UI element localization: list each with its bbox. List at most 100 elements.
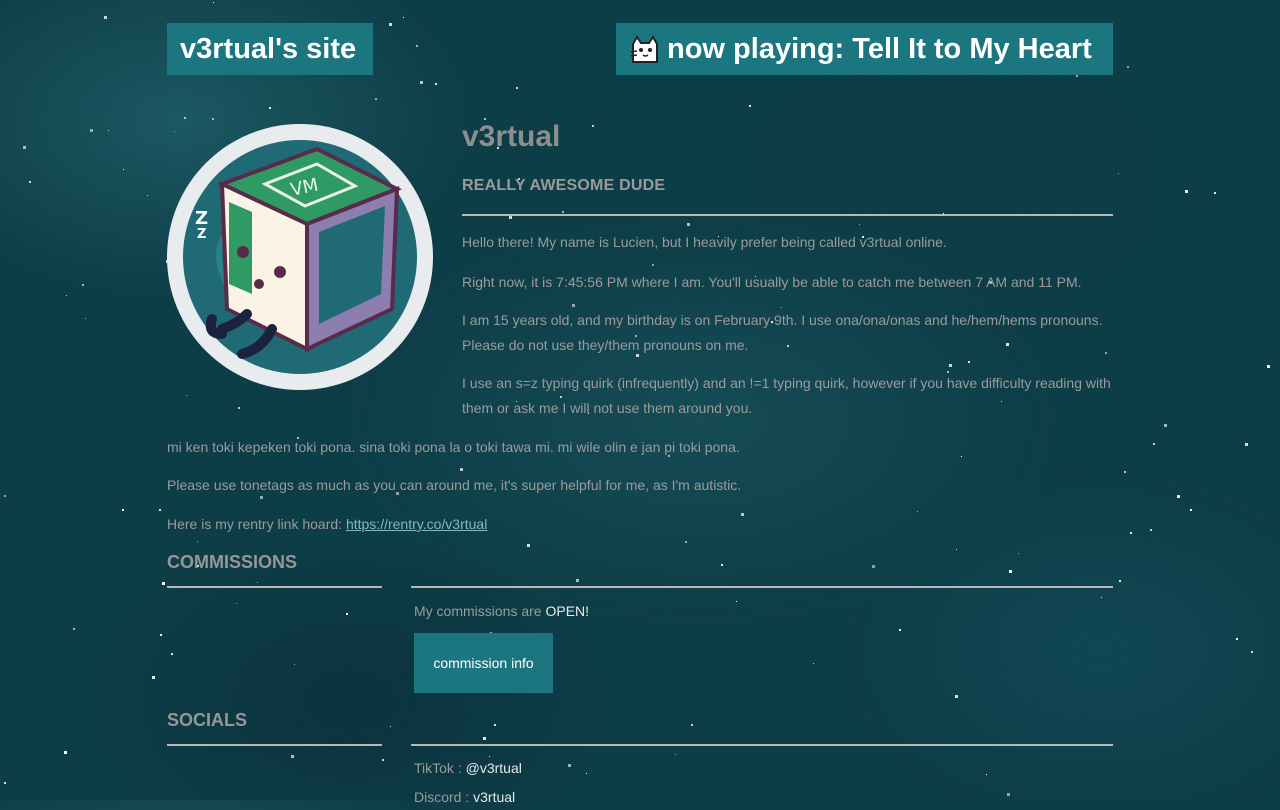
divider (167, 586, 382, 588)
star (592, 125, 594, 127)
profile-name: v3rtual (462, 120, 561, 153)
star (1177, 495, 1180, 498)
star (955, 695, 958, 698)
star (1236, 638, 1238, 640)
star (416, 45, 418, 47)
star (1190, 509, 1192, 511)
star (197, 541, 198, 542)
star (576, 579, 579, 582)
rentry-line: Here is my rentry link hoard: https://re… (167, 512, 1113, 537)
star (269, 107, 271, 109)
star (949, 364, 952, 367)
commissions-status: My commissions are OPEN! (414, 599, 589, 624)
now-playing-text: now playing: Tell It to My Heart (667, 33, 1092, 65)
star (85, 318, 86, 319)
star (160, 634, 162, 636)
star (813, 663, 814, 664)
star (382, 759, 384, 761)
star (1153, 443, 1155, 445)
star (159, 509, 161, 511)
social-platform: Discord : (414, 789, 474, 805)
star (691, 724, 693, 726)
star (184, 117, 186, 119)
star (29, 181, 31, 183)
star (122, 509, 124, 511)
divider (411, 744, 1113, 746)
commissions-heading: COMMISSIONS (167, 552, 298, 572)
star (509, 216, 512, 219)
social-handle-link[interactable]: @v3rtual (466, 760, 522, 776)
star (1118, 173, 1119, 174)
star (108, 130, 109, 131)
star (1119, 580, 1121, 582)
star (685, 541, 687, 543)
star (4, 495, 6, 497)
star (82, 284, 84, 286)
star (1009, 570, 1012, 573)
star (403, 17, 404, 18)
star (346, 613, 348, 615)
commission-info-button[interactable]: commission info (414, 633, 553, 693)
bio-paragraph-age: I am 15 years old, and my birthday is on… (462, 312, 1103, 353)
avatar: VM Z Z (167, 124, 433, 390)
divider (462, 214, 1113, 216)
social-item-discord: Discord : v3rtual (414, 785, 515, 810)
star (73, 628, 75, 630)
star (171, 653, 173, 655)
bio-paragraph-toki-pona: mi ken toki kepeken toki pona. sina toki… (167, 439, 740, 455)
star (1101, 597, 1102, 598)
star (736, 601, 737, 602)
star (1076, 75, 1078, 77)
star (291, 755, 294, 758)
star (721, 564, 723, 566)
star (568, 764, 571, 767)
star (152, 676, 155, 679)
star (389, 23, 392, 26)
star (64, 751, 67, 754)
star (186, 395, 187, 396)
commissions-status-label: My commissions are (414, 603, 546, 619)
social-handle: v3rtual (473, 789, 516, 805)
star (1130, 532, 1132, 534)
svg-text:Z: Z (197, 227, 206, 242)
star (147, 195, 148, 196)
star (562, 211, 564, 213)
divider (167, 744, 382, 746)
star (859, 224, 860, 225)
star (986, 774, 987, 775)
star (460, 468, 463, 471)
star (257, 582, 258, 583)
star (1214, 192, 1216, 194)
star (4, 782, 6, 784)
star (66, 295, 67, 296)
star (294, 664, 295, 665)
star (572, 304, 575, 307)
star (174, 131, 175, 132)
star (968, 361, 970, 363)
star (1007, 793, 1010, 796)
star (1150, 529, 1152, 531)
site-title[interactable]: v3rtual's site (167, 23, 373, 75)
star (872, 565, 875, 568)
star (1185, 190, 1188, 193)
star (687, 223, 690, 226)
star (435, 83, 437, 85)
star (213, 2, 214, 3)
star (652, 264, 654, 266)
socials-heading: SOCIALS (167, 710, 248, 730)
rentry-link[interactable]: https://rentry.co/v3rtual (346, 516, 487, 532)
cat-icon (630, 35, 658, 63)
profile-tagline: REALLY AWESOME DUDE (462, 177, 666, 194)
star (238, 407, 240, 409)
star (123, 169, 124, 170)
commissions-status-value: OPEN! (545, 603, 590, 619)
svg-text:Z: Z (195, 208, 208, 229)
sleepy-cube-avatar: VM Z Z (175, 132, 425, 382)
star (1267, 365, 1270, 368)
star (675, 754, 676, 755)
star (1124, 471, 1126, 473)
star (527, 544, 530, 547)
rentry-label: Here is my rentry link hoard: (167, 516, 346, 532)
star (104, 16, 107, 19)
bio-paragraph-time: Right now, it is 7:45:56 PM where I am. … (462, 274, 1082, 290)
